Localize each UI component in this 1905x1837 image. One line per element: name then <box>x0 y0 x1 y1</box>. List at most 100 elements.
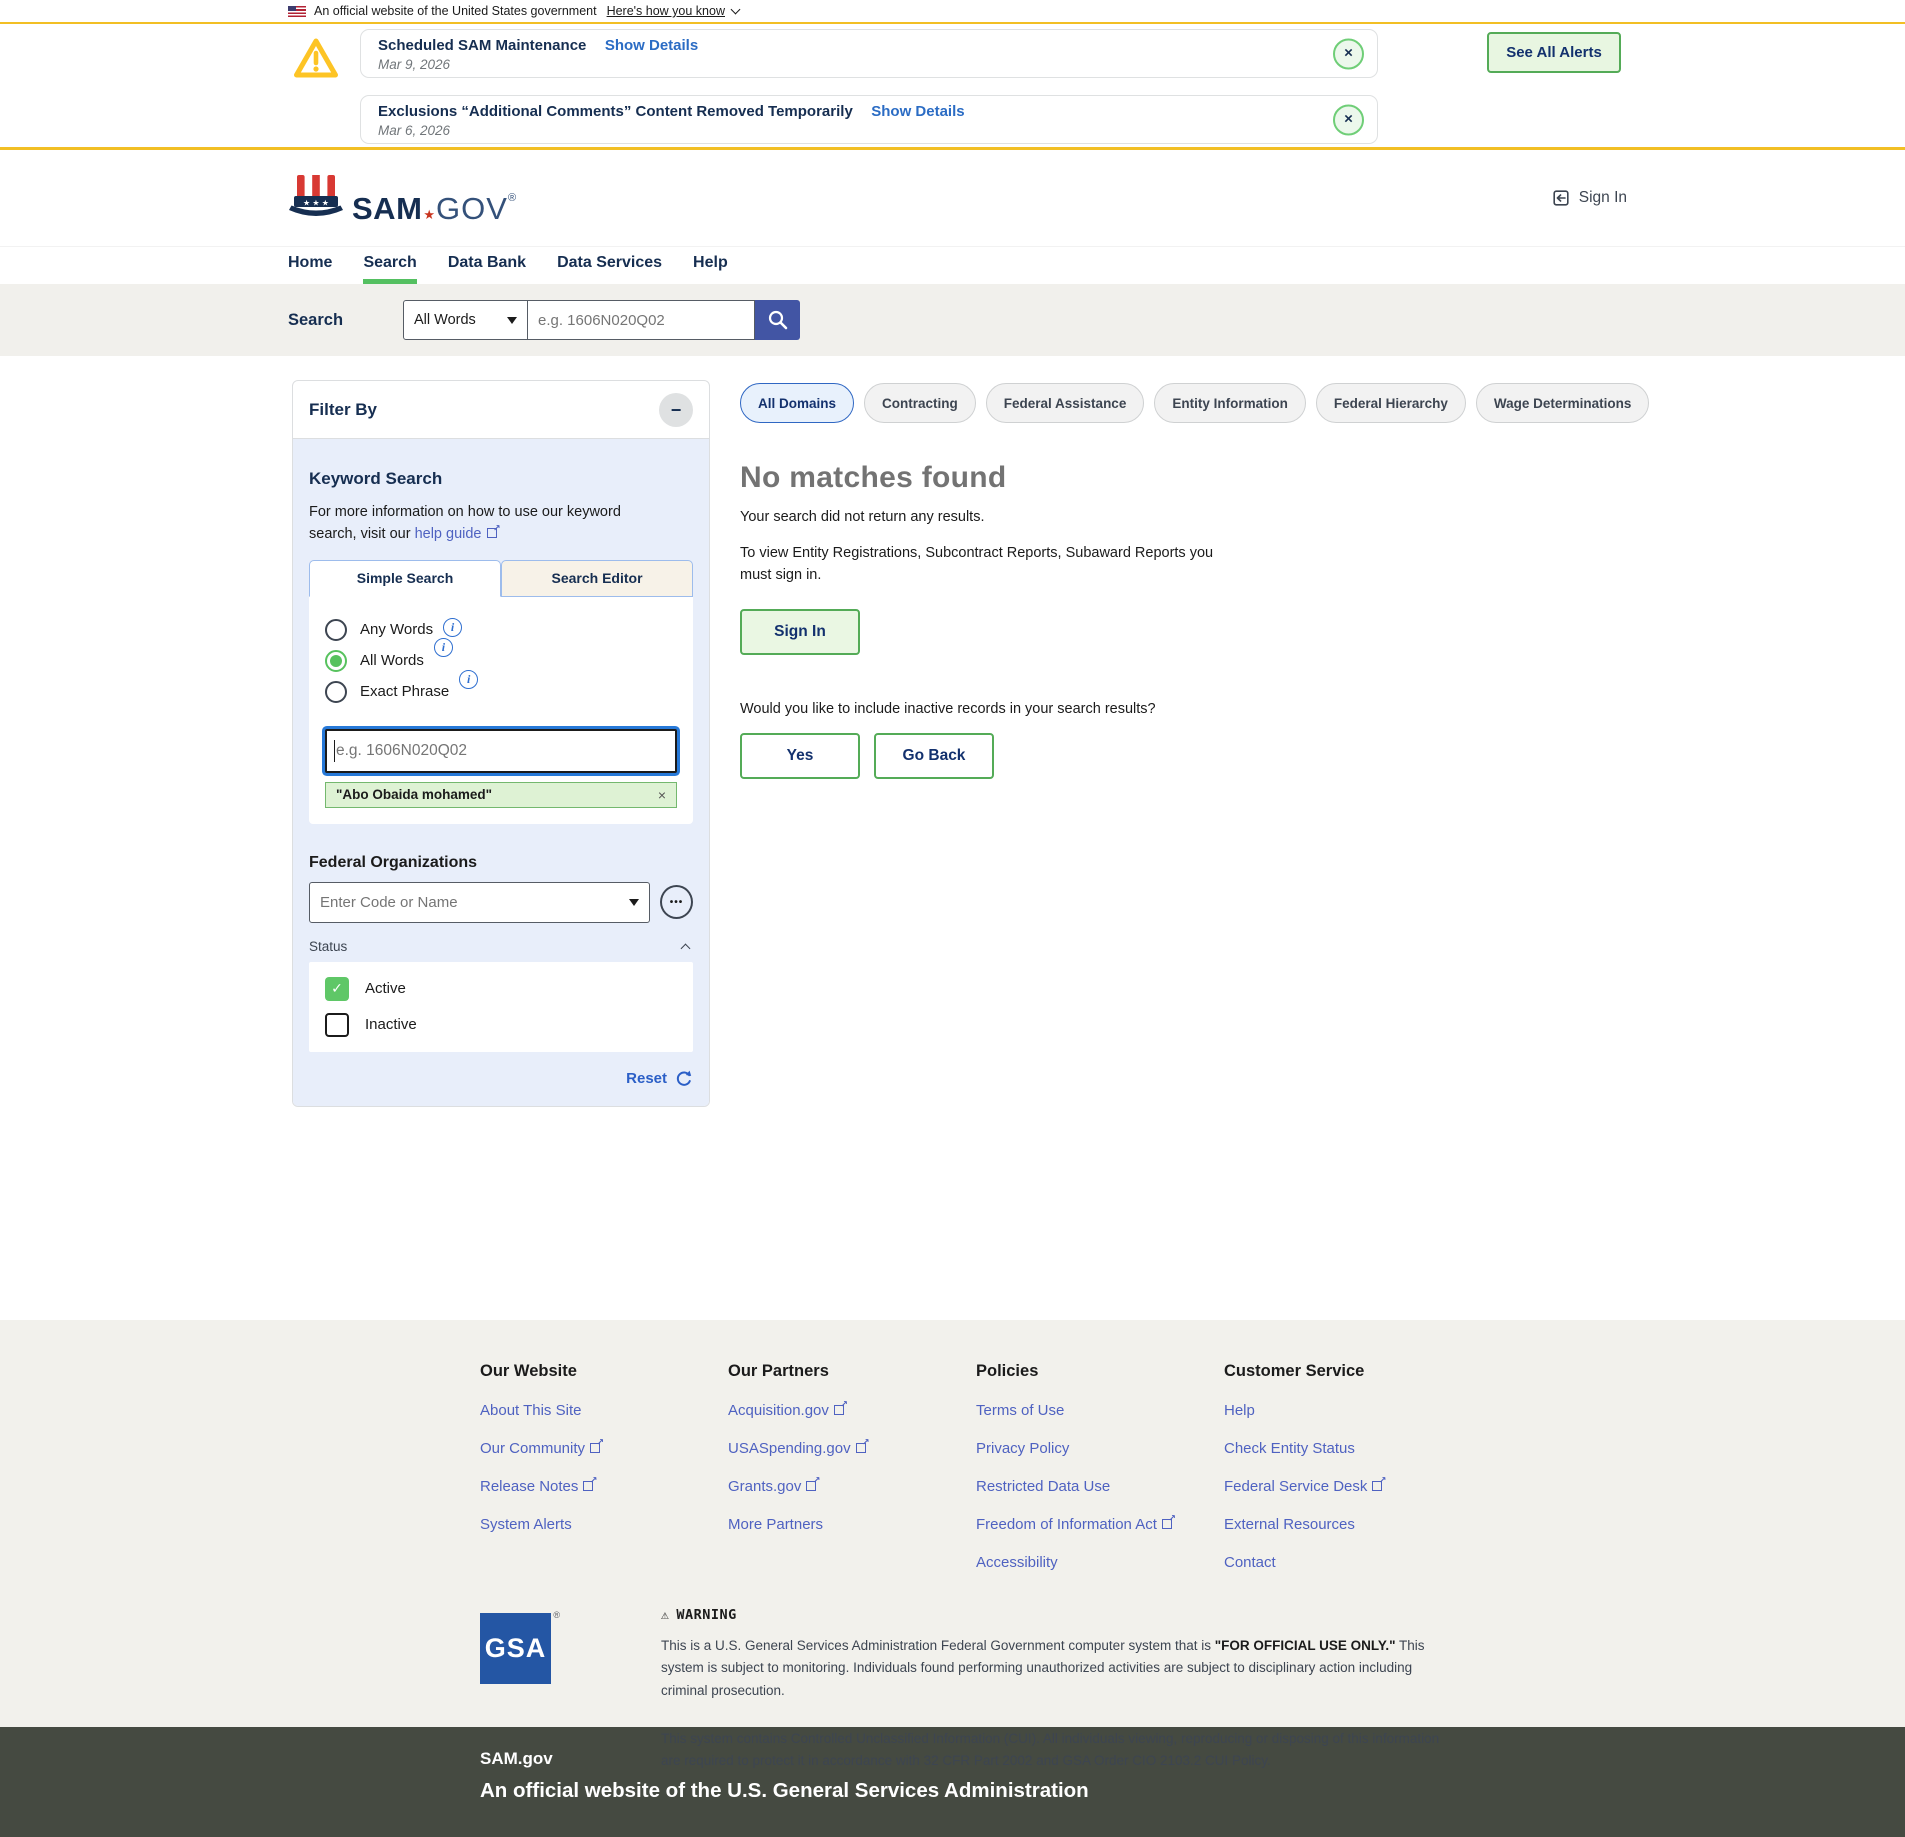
footer-link[interactable]: Terms of Use <box>976 1402 1224 1419</box>
alert-title: Exclusions “Additional Comments” Content… <box>378 103 853 120</box>
footer-link[interactable]: Freedom of Information Act <box>976 1516 1224 1533</box>
footer-heading: Our Partners <box>728 1362 976 1381</box>
brand-gov: GOV <box>436 191 508 226</box>
gov-banner: An official website of the United States… <box>0 0 1905 24</box>
domain-tab-all-domains[interactable]: All Domains <box>740 383 854 423</box>
filter-panel: Filter By − Keyword Search For more info… <box>292 380 710 1107</box>
how-you-know-link[interactable]: Here's how you know <box>607 4 725 18</box>
federal-org-select[interactable] <box>309 882 650 923</box>
external-link-icon <box>806 1479 819 1491</box>
chevron-down-icon <box>731 4 741 14</box>
federal-org-input[interactable] <box>310 883 649 922</box>
footer-link[interactable]: Grants.gov <box>728 1478 976 1495</box>
info-icon[interactable]: i <box>443 618 462 637</box>
remove-chip-button[interactable]: × <box>658 787 666 803</box>
sam-gov-logo[interactable]: ★ ★ ★ SAM★GOV® <box>288 172 516 224</box>
brand-sam: SAM <box>352 191 422 226</box>
footer-heading: Our Website <box>480 1362 728 1381</box>
nav-help[interactable]: Help <box>693 247 728 284</box>
active-checkbox[interactable]: ✓ <box>325 977 349 1001</box>
show-details-link[interactable]: Show Details <box>605 37 698 54</box>
exact-phrase-radio[interactable] <box>325 681 347 703</box>
minus-icon: − <box>671 400 682 420</box>
footer-link[interactable]: About This Site <box>480 1402 728 1419</box>
nav-home[interactable]: Home <box>288 247 332 284</box>
footer-link[interactable]: USASpending.gov <box>728 1440 976 1457</box>
sign-in-button[interactable]: Sign In <box>740 609 860 655</box>
footer-link[interactable]: Federal Service Desk <box>1224 1478 1472 1495</box>
status-checkbox-group: ✓ Active Inactive <box>309 962 693 1052</box>
filter-panel-header: Filter By − <box>293 381 709 439</box>
info-icon[interactable]: i <box>459 670 478 689</box>
keyword-input[interactable]: e.g. 1606N020Q02 <box>325 729 677 773</box>
keyword-chip-label: "Abo Obaida mohamed" <box>336 787 492 802</box>
footer-link[interactable]: Release Notes <box>480 1478 728 1495</box>
yes-button[interactable]: Yes <box>740 733 860 779</box>
collapse-filters-button[interactable]: − <box>659 393 693 427</box>
radio-label: All Words <box>360 652 424 669</box>
footer-col-policies: Policies Terms of Use Privacy Policy Res… <box>976 1362 1224 1571</box>
footer-link[interactable]: External Resources <box>1224 1516 1472 1533</box>
active-checkbox-row[interactable]: ✓ Active <box>325 977 677 1001</box>
external-link-icon <box>834 1403 847 1415</box>
dark-footer-tagline: An official website of the U.S. General … <box>480 1779 1905 1803</box>
more-options-button[interactable]: ••• <box>660 885 693 919</box>
nav-data-services[interactable]: Data Services <box>557 247 662 284</box>
keyword-chip: "Abo Obaida mohamed" × <box>325 782 677 808</box>
tab-search-editor[interactable]: Search Editor <box>501 560 693 597</box>
warning-block: ⚠WARNING This is a U.S. General Services… <box>661 1607 1461 1772</box>
any-words-radio[interactable] <box>325 619 347 641</box>
close-icon: × <box>1344 45 1353 62</box>
close-alert-button[interactable]: × <box>1333 104 1364 135</box>
search-scope-value: All Words <box>414 312 476 328</box>
footer-link[interactable]: Help <box>1224 1402 1472 1419</box>
footer-link[interactable]: Our Community <box>480 1440 728 1457</box>
help-guide-link[interactable]: help guide <box>415 526 500 542</box>
radio-label: Any Words <box>360 621 433 638</box>
external-link-icon <box>1372 1479 1385 1491</box>
ellipsis-icon: ••• <box>670 897 684 908</box>
filter-panel-body: Keyword Search For more information on h… <box>293 439 709 1106</box>
all-words-radio[interactable] <box>325 650 347 672</box>
chevron-up-icon <box>681 943 691 953</box>
inactive-checkbox-row[interactable]: Inactive <box>325 1013 677 1037</box>
sign-in-link[interactable]: Sign In <box>1551 188 1627 208</box>
footer-link[interactable]: Contact <box>1224 1554 1472 1571</box>
close-alert-button[interactable]: × <box>1333 38 1364 69</box>
us-flag-icon <box>288 6 306 17</box>
uncle-sam-hat-icon: ★ ★ ★ <box>288 172 346 224</box>
domain-tab-federal-hierarchy[interactable]: Federal Hierarchy <box>1316 383 1466 423</box>
status-section-header[interactable]: Status <box>309 939 693 954</box>
radio-row-all-words: All Words i <box>325 650 677 672</box>
reset-filters[interactable]: Reset <box>309 1070 693 1088</box>
search-scope-select[interactable]: All Words <box>403 300 528 340</box>
include-inactive-question: Would you like to include inactive recor… <box>740 701 1580 717</box>
alerts-section: Scheduled SAM Maintenance Show Details M… <box>0 24 1905 150</box>
footer-link[interactable]: Check Entity Status <box>1224 1440 1472 1457</box>
footer-link[interactable]: System Alerts <box>480 1516 728 1533</box>
footer-link[interactable]: Privacy Policy <box>976 1440 1224 1457</box>
radio-label: Exact Phrase <box>360 683 449 700</box>
nav-search[interactable]: Search <box>363 247 416 284</box>
domain-tab-wage-determinations[interactable]: Wage Determinations <box>1476 383 1650 423</box>
domain-tab-federal-assistance[interactable]: Federal Assistance <box>986 383 1145 423</box>
tab-simple-search[interactable]: Simple Search <box>309 560 501 597</box>
site-footer: Our Website About This Site Our Communit… <box>0 1320 1905 1727</box>
nav-data-bank[interactable]: Data Bank <box>448 247 526 284</box>
footer-link[interactable]: Restricted Data Use <box>976 1478 1224 1495</box>
search-button[interactable] <box>755 300 800 340</box>
search-input[interactable] <box>528 300 755 340</box>
domain-tab-contracting[interactable]: Contracting <box>864 383 976 423</box>
go-back-button[interactable]: Go Back <box>874 733 994 779</box>
check-icon: ✓ <box>331 980 343 997</box>
see-all-alerts-button[interactable]: See All Alerts <box>1487 32 1621 73</box>
footer-link[interactable]: More Partners <box>728 1516 976 1533</box>
domain-tab-entity-information[interactable]: Entity Information <box>1154 383 1306 423</box>
inactive-checkbox[interactable] <box>325 1013 349 1037</box>
info-icon[interactable]: i <box>434 638 453 657</box>
footer-link[interactable]: Accessibility <box>976 1554 1224 1571</box>
keyword-search-heading: Keyword Search <box>309 469 693 489</box>
show-details-link[interactable]: Show Details <box>871 103 964 120</box>
federal-organizations-row: ••• <box>309 882 693 923</box>
footer-link[interactable]: Acquisition.gov <box>728 1402 976 1419</box>
